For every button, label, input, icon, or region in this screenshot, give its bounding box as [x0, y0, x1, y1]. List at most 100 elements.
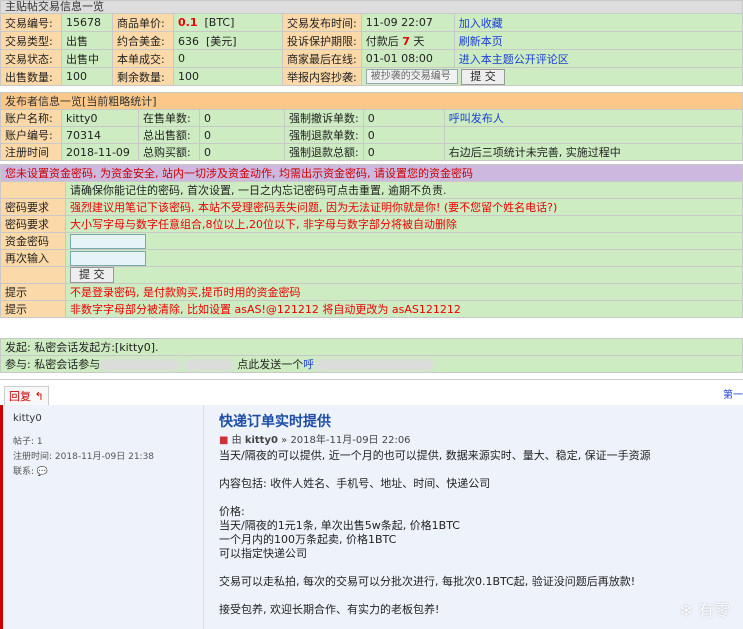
label-account-name: 账户名称: — [0, 109, 62, 127]
sell-qty: 100 — [61, 67, 113, 86]
fund-password-table: 您未设置资金密码, 为资金安全, 站内一切涉及资金动作, 均需出示资金密码, 请… — [0, 164, 743, 318]
comment-cell: 进入本主题公开评论区 — [453, 49, 743, 68]
label-usd: 约合美金: — [112, 31, 174, 50]
post-line: 一个月内的100万条起卖, 价格1BTC — [219, 533, 397, 546]
label-forced-refund-count: 强制退款单数: — [284, 126, 364, 144]
label-tip-1: 提示 — [0, 283, 66, 301]
trade-info-table: 主贴帖交易信息一览 交易编号: 15678 商品单价: 0.1 [BTC] 交易… — [0, 0, 743, 86]
label-publish-time: 交易发布时间: — [282, 13, 362, 32]
refresh-cell: 刷新本页 — [453, 31, 743, 50]
usd-unit: [美元] — [206, 34, 237, 48]
label-remaining-qty: 剩余数量: — [112, 67, 174, 86]
trade-status: 出售中 — [61, 49, 113, 68]
post-line: 价格: — [219, 505, 245, 518]
post-time: » 2018年-11月-09日 22:06 — [281, 435, 411, 446]
post-title[interactable]: 快递订单实时提供 — [219, 411, 331, 431]
label-forced-refund-total: 强制退款总额: — [284, 143, 364, 161]
publisher-info-header: 发布者信息一览[当前粗略统计] — [0, 92, 743, 110]
account-name: kitty0 — [61, 109, 139, 127]
watermark: ❄ 有零 — [679, 601, 731, 620]
post-count: 1 — [36, 437, 43, 447]
label-contact: 联系: — [13, 467, 35, 477]
label-register: 注册时间: — [13, 452, 53, 462]
plagiarized-id-input[interactable]: 被抄袭的交易编号 — [365, 69, 458, 84]
label-unit-price: 商品单价: — [112, 13, 174, 32]
chat-bubble-icon[interactable]: 💬 — [37, 467, 48, 477]
first-page-link[interactable]: 第一 — [723, 386, 743, 401]
protect-pre: 付款后 — [365, 34, 399, 48]
public-comment-link[interactable]: 进入本主题公开评论区 — [459, 53, 569, 66]
post-file-icon: ■ — [219, 435, 229, 446]
post-toolbar: 回复 ↰ 第一 — [0, 379, 743, 407]
password-req-1: 强烈建议用笔记下该密码, 本站不受理密码丢失问题, 因为无法证明你就是你! (要… — [65, 198, 743, 216]
label-trade-id: 交易编号: — [0, 13, 62, 32]
add-favorite-link[interactable]: 加入收藏 — [459, 17, 503, 30]
on-sale-count: 0 — [199, 109, 285, 127]
tip-1: 不是登录密码, 是付款购买,提币时用的资金密码 — [65, 283, 743, 301]
forced-refund-count: 0 — [362, 126, 445, 144]
report-submit-button[interactable]: 提 交 — [461, 68, 505, 85]
post-line: 内容包括: 收件人姓名、手机号、地址、时间、快递公司 — [219, 477, 491, 490]
fund-password-submit-button[interactable]: 提 交 — [70, 267, 114, 283]
total-sales: 0 — [199, 126, 285, 144]
blurred-content — [100, 359, 181, 371]
trade-id: 15678 — [61, 13, 113, 32]
refresh-page-link[interactable]: 刷新本页 — [459, 35, 503, 48]
label-sell-qty: 出售数量: — [0, 67, 62, 86]
fund-password-confirm-input[interactable] — [70, 250, 146, 266]
forum-post: kitty0 帖子: 1 注册时间: 2018-11月-09日 21:38 联系… — [0, 405, 743, 629]
post-line: 当天/隔夜的1元1条, 单次出售5w条起, 价格1BTC — [219, 519, 460, 532]
post-line: 当天/隔夜的可以提供, 近一个月的也可以提供, 数据来源实时、量大、稳定, 保证… — [219, 449, 651, 462]
total-purchases: 0 — [199, 143, 285, 161]
label-protect-period: 投诉保护期限: — [282, 31, 362, 50]
blurred-content — [314, 359, 435, 371]
blurred-content — [183, 359, 234, 371]
post-line: 交易可以走私拍, 每次的交易可以分批次进行, 每批次0.1BTC起, 验证没问题… — [219, 575, 636, 588]
fund-password-warning: 您未设置资金密码, 为资金安全, 站内一切涉及资金动作, 均需出示资金密码, 请… — [0, 164, 743, 182]
unit-price-cell: 0.1 [BTC] — [173, 13, 283, 32]
protect-days: 7 — [402, 34, 410, 48]
reply-button[interactable]: 回复 ↰ — [4, 386, 49, 406]
chat-send-link[interactable]: 呼 — [303, 358, 314, 371]
chat-participant-label: 参与: 私密会话参与 — [5, 358, 101, 371]
fund-password-input[interactable] — [70, 233, 146, 249]
private-chat-table: 发起: 私密会话发起方:[kitty0]. 参与: 私密会话参与 点此发送一个呼 — [0, 338, 743, 373]
tip-2: 非数字字母部分被清除, 比如设置 asAS!@121212 将自动更改为 asA… — [65, 300, 743, 318]
report-cell: 被抄袭的交易编号 提 交 — [360, 67, 743, 86]
remaining-qty: 100 — [173, 67, 283, 86]
favorite-cell: 加入收藏 — [453, 13, 743, 32]
label-report-plagiarism: 举报内容抄袭: — [282, 67, 362, 86]
call-publisher-link[interactable]: 呼叫发布人 — [449, 112, 504, 125]
reply-arrow-icon: ↰ — [34, 390, 44, 403]
unit-price-currency: [BTC] — [204, 16, 235, 29]
label-trade-type: 交易类型: — [0, 31, 62, 50]
trade-type: 出售 — [61, 31, 113, 50]
usd-cell: 636 [美元] — [173, 31, 283, 50]
label-password-req-2: 密码要求 — [0, 215, 66, 233]
protect-post: 天 — [413, 34, 425, 48]
post-meta-author[interactable]: kitty0 — [245, 435, 278, 446]
unit-price: 0.1 — [178, 16, 198, 29]
stats-note: 右边后三项统计未完善, 实施过程中 — [443, 143, 743, 161]
fund-password-notice: 请确保你能记住的密码, 首次设置, 一日之内忘记密码可点击重置, 逾期不负责. — [65, 181, 743, 199]
forced-refund-total: 0 — [362, 143, 445, 161]
chat-initiator: 发起: 私密会话发起方:[kitty0]. — [0, 338, 743, 356]
label-password-again: 再次输入 — [0, 249, 66, 267]
label-seller-online: 商家最后在线: — [282, 49, 362, 68]
forced-withdraw-count: 0 — [362, 109, 445, 127]
label-forced-withdraw: 强制撤诉单数: — [284, 109, 364, 127]
usd-value: 636 — [178, 34, 199, 48]
post-line: 接受包养, 欢迎长期合作、有实力的老板包养! — [219, 603, 440, 616]
deals-done: 0 — [173, 49, 283, 68]
post-author-panel: kitty0 帖子: 1 注册时间: 2018-11月-09日 21:38 联系… — [13, 413, 203, 477]
password-req-2: 大小写字母与数字任意组合,8位以上,20位以下, 非字母与数字部分将被自动删除 — [65, 215, 743, 233]
label-deals-done: 本单成交: — [112, 49, 174, 68]
label-total-sales: 总出售额: — [138, 126, 200, 144]
post-line: 可以指定快递公司 — [219, 547, 307, 560]
post-meta: ■ 由 kitty0 » 2018年-11月-09日 22:06 — [219, 435, 411, 446]
author-register-time: 2018-11月-09日 21:38 — [54, 452, 155, 462]
label-total-purchases: 总购买额: — [138, 143, 200, 161]
post-author-name[interactable]: kitty0 — [13, 413, 203, 424]
account-id: 70314 — [61, 126, 139, 144]
label-password-req-1: 密码要求 — [0, 198, 66, 216]
